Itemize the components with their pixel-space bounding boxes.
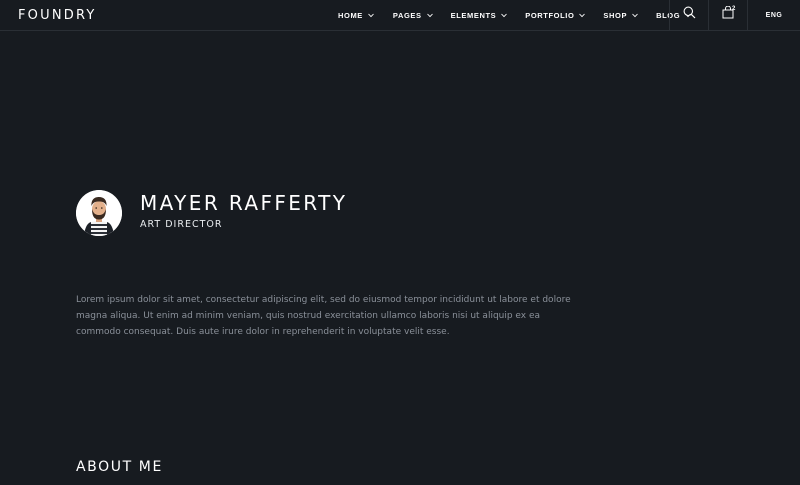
cart-button[interactable]: 2 bbox=[708, 0, 747, 30]
chevron-down-icon bbox=[501, 13, 508, 18]
chevron-down-icon bbox=[632, 13, 638, 18]
chevron-down-icon bbox=[426, 13, 433, 18]
avatar bbox=[76, 190, 122, 236]
nav-item-label: ELEMENTS bbox=[450, 10, 497, 20]
search-button[interactable] bbox=[669, 0, 708, 30]
nav-item-pages[interactable]: PAGES bbox=[392, 0, 433, 30]
language-label: ENG bbox=[765, 11, 783, 19]
site-logo[interactable]: FOUNDRY bbox=[18, 8, 97, 23]
profile-bio: Lorem ipsum dolor sit amet, consectetur … bbox=[76, 295, 571, 337]
language-selector[interactable]: ENG bbox=[747, 0, 800, 30]
nav-item-label: HOME bbox=[338, 10, 363, 20]
main-nav: HOME PAGES ELEMENTS PORTFOLIO SHOP BLOG bbox=[338, 0, 691, 30]
profile-role: ART DIRECTOR bbox=[140, 219, 223, 230]
chevron-down-icon bbox=[579, 13, 586, 18]
top-navigation-bar: FOUNDRY HOME PAGES ELEMENTS PORTFOLIO SH… bbox=[0, 0, 800, 31]
nav-item-home[interactable]: HOME bbox=[338, 0, 374, 30]
nav-item-portfolio[interactable]: PORTFOLIO bbox=[525, 0, 586, 30]
chevron-down-icon bbox=[368, 13, 374, 18]
nav-item-label: PAGES bbox=[392, 10, 422, 20]
cart-count-badge: 2 bbox=[732, 6, 736, 12]
nav-item-label: PORTFOLIO bbox=[525, 10, 575, 20]
search-icon bbox=[683, 6, 696, 24]
nav-item-label: SHOP bbox=[603, 10, 628, 20]
nav-item-elements[interactable]: ELEMENTS bbox=[450, 0, 508, 30]
profile-name: MAYER RAFFERTY bbox=[140, 191, 348, 215]
about-me-heading: ABOUT ME bbox=[76, 459, 163, 475]
nav-item-shop[interactable]: SHOP bbox=[603, 0, 638, 30]
